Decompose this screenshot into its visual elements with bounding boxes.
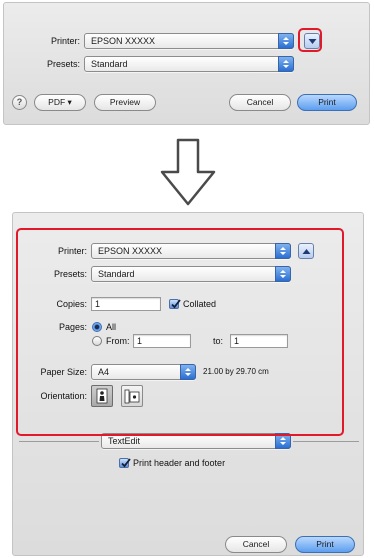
section-separator-right	[293, 441, 359, 442]
cancel-button[interactable]: Cancel	[229, 94, 291, 111]
expanded-options-highlight	[16, 228, 344, 436]
help-button[interactable]: ?	[12, 95, 27, 110]
cancel-button[interactable]: Cancel	[225, 536, 287, 553]
preview-button[interactable]: Preview	[94, 94, 156, 111]
printer-popup[interactable]: EPSON XXXXX	[84, 33, 294, 49]
header-footer-label: Print header and footer	[133, 458, 226, 468]
down-arrow-icon	[160, 138, 216, 206]
popup-arrows-icon	[278, 33, 294, 49]
printer-value: EPSON XXXXX	[91, 36, 156, 46]
header-footer-checkbox[interactable]	[119, 458, 131, 468]
section-separator-left	[19, 441, 99, 442]
print-dialog-collapsed: Printer: EPSON XXXXX Presets: Standard ?…	[3, 2, 370, 125]
checkmark-icon	[121, 458, 131, 468]
disclosure-highlight	[298, 28, 322, 52]
presets-label: Presets:	[46, 59, 80, 69]
pdf-button[interactable]: PDF ▾	[34, 94, 86, 111]
printer-label: Printer:	[50, 36, 80, 46]
popup-arrows-icon	[278, 56, 294, 72]
print-button[interactable]: Print	[295, 536, 355, 553]
presets-popup[interactable]: Standard	[84, 56, 294, 72]
print-button[interactable]: Print	[297, 94, 357, 111]
section-value: TextEdit	[108, 436, 141, 446]
presets-value: Standard	[91, 59, 128, 69]
